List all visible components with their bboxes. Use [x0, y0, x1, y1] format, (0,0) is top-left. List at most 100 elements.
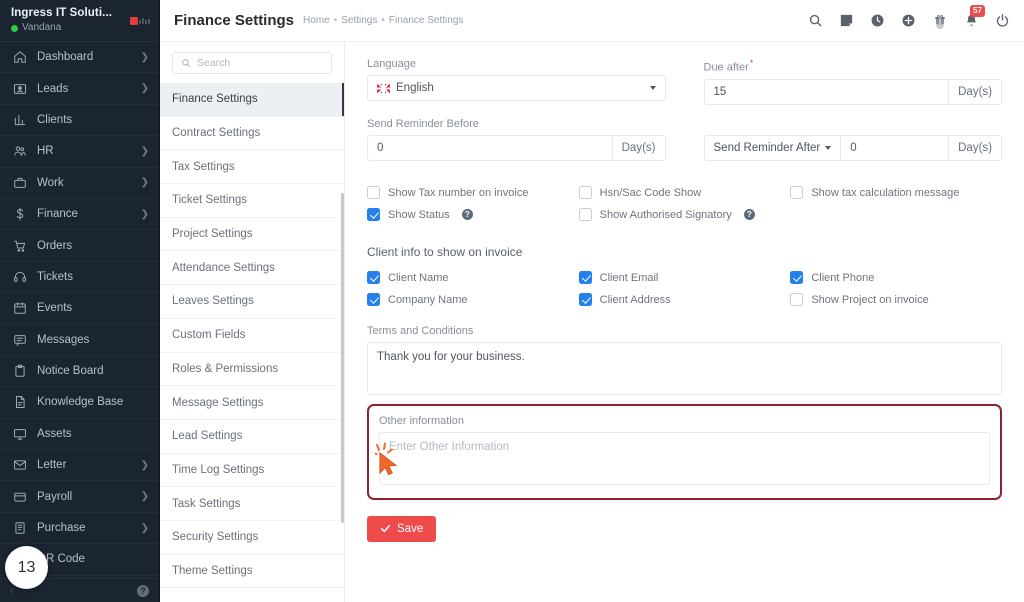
checkbox-box[interactable]	[790, 293, 804, 307]
due-after-input[interactable]: 15	[703, 78, 949, 105]
sidebar-item-finance[interactable]: Finance ❯	[0, 199, 159, 231]
breadcrumb-item[interactable]: Finance Settings	[389, 15, 464, 26]
settings-item-roles-permissions[interactable]: Roles & Permissions	[160, 353, 344, 387]
settings-item-ticket-settings[interactable]: Ticket Settings	[160, 184, 344, 218]
save-button[interactable]: Save	[367, 515, 437, 542]
settings-item-lead-settings[interactable]: Lead Settings	[160, 420, 344, 454]
settings-item-theme-settings[interactable]: Theme Settings	[160, 555, 344, 589]
settings-item-finance-settings[interactable]: Finance Settings	[160, 83, 344, 117]
sidebar-item-label: Letter	[37, 459, 67, 472]
notifications-button[interactable]: 57	[964, 5, 985, 28]
settings-item-project-settings[interactable]: Project Settings	[160, 218, 344, 252]
sidebar-item-work[interactable]: Work ❯	[0, 168, 159, 199]
checkbox-client-address[interactable]: Client Address	[578, 289, 791, 311]
checkbox-show-tax-calculation-message[interactable]: Show tax calculation message	[790, 182, 1002, 204]
checkbox-column: Client Phone Show Project on invoice	[790, 267, 1002, 311]
sidebar-item-leads[interactable]: Leads ❯	[0, 73, 159, 105]
sidebar-item-events[interactable]: Events	[0, 293, 159, 325]
checkbox-label: Client Email	[599, 271, 659, 284]
wallet-icon	[14, 492, 26, 502]
checkbox-box[interactable]	[367, 186, 380, 200]
reminder-after-label: Send Reminder After	[713, 141, 821, 154]
settings-item-custom-fields[interactable]: Custom Fields	[160, 319, 344, 353]
reminder-after-select[interactable]: Send Reminder After	[703, 134, 841, 161]
language-select[interactable]: English	[367, 75, 666, 101]
client-info-grid: Client Name Company Name Client Email Clien…	[367, 267, 1002, 311]
search-icon[interactable]	[808, 13, 823, 28]
reminder-after-input-group: Send Reminder After 0 Day(s)	[703, 134, 1002, 161]
terms-textarea[interactable]	[367, 341, 1002, 395]
reminder-before-label: Send Reminder Before	[367, 117, 479, 130]
help-icon[interactable]: ?	[743, 209, 755, 221]
clock-icon[interactable]	[870, 13, 885, 28]
reminder-after-input[interactable]: 0	[840, 134, 949, 161]
checkbox-box[interactable]	[367, 293, 380, 307]
sidebar-item-label: Leads	[37, 82, 69, 95]
checkbox-box[interactable]	[578, 293, 592, 307]
chevron-right-icon: ❯	[140, 83, 149, 95]
chevron-down-icon	[825, 145, 832, 150]
help-icon[interactable]: ?	[461, 209, 473, 221]
checkbox-show-authorised-signatory[interactable]: Show Authorised Signatory?	[578, 204, 791, 226]
settings-item-security-settings[interactable]: Security Settings	[160, 521, 344, 555]
other-information-textarea[interactable]	[379, 431, 990, 485]
sidebar-collapse-icon[interactable]: ‹	[10, 585, 14, 597]
checkbox-show-project-on-invoice[interactable]: Show Project on invoice	[790, 289, 1002, 311]
sidebar-item-notice-board[interactable]: Notice Board	[0, 356, 159, 388]
checkbox-box[interactable]	[790, 186, 804, 200]
app-root: Ingress IT Soluti... Vandana Dashboard ❯ L…	[0, 0, 1024, 602]
sidebar-item-purchase[interactable]: Purchase ❯	[0, 513, 159, 545]
settings-item-attendance-settings[interactable]: Attendance Settings	[160, 251, 344, 286]
checkbox-client-phone[interactable]: Client Phone	[790, 267, 1002, 289]
sidebar-item-letter[interactable]: Letter ❯	[0, 450, 159, 482]
sidebar-item-hr[interactable]: HR ❯	[0, 136, 159, 168]
breadcrumb-item[interactable]: Home	[303, 15, 330, 26]
settings-scrollbar[interactable]	[340, 83, 344, 602]
sidebar-item-messages[interactable]: Messages	[0, 325, 159, 356]
checkbox-company-name[interactable]: Company Name	[367, 289, 579, 311]
sidebar-item-label: Work	[37, 176, 64, 189]
other-information-label: Other information	[379, 414, 464, 427]
checkbox-box[interactable]	[578, 208, 592, 222]
checkbox-box[interactable]	[367, 208, 380, 222]
chevron-right-icon: ❯	[140, 145, 149, 157]
checkbox-box[interactable]	[578, 186, 592, 200]
sidebar-item-tickets[interactable]: Tickets	[0, 262, 159, 294]
settings-item-message-settings[interactable]: Message Settings	[160, 386, 344, 420]
clipboard-icon	[15, 364, 25, 377]
plus-circle-icon[interactable]	[901, 13, 916, 28]
checkbox-show-tax-number-on-invoice[interactable]: Show Tax number on invoice	[367, 182, 579, 204]
settings-item-contract-settings[interactable]: Contract Settings	[160, 117, 344, 151]
settings-item-time-log-settings[interactable]: Time Log Settings	[160, 454, 344, 488]
top-bar: Finance Settings Home • Settings • Finance S…	[160, 0, 1024, 42]
settings-item-tax-settings[interactable]: Tax Settings	[160, 150, 344, 185]
reminder-after-suffix: Day(s)	[948, 134, 1002, 161]
sidebar-item-label: Assets	[37, 427, 72, 440]
settings-search[interactable]: Search	[160, 42, 344, 83]
gift-icon[interactable]	[932, 13, 948, 29]
monitor-icon	[13, 429, 27, 440]
sidebar-item-assets[interactable]: Assets	[0, 419, 159, 451]
checkbox-client-name[interactable]: Client Name	[367, 267, 579, 289]
sidebar-item-dashboard[interactable]: Dashboard ❯	[0, 42, 159, 74]
power-icon[interactable]	[995, 13, 1010, 28]
help-icon[interactable]: ?	[137, 584, 149, 597]
checkbox-box[interactable]	[367, 271, 380, 285]
settings-scroll-thumb[interactable]	[341, 193, 344, 523]
checkbox-box[interactable]	[790, 271, 804, 285]
sidebar-item-payroll[interactable]: Payroll ❯	[0, 481, 159, 513]
checkbox-show-status[interactable]: Show Status?	[367, 204, 579, 226]
brand-header[interactable]: Ingress IT Soluti... Vandana	[0, 0, 159, 42]
settings-item-task-settings[interactable]: Task Settings	[160, 487, 344, 521]
settings-item-leaves-settings[interactable]: Leaves Settings	[160, 285, 344, 319]
save-button-label: Save	[397, 522, 424, 535]
note-icon[interactable]	[839, 13, 854, 28]
checkbox-client-email[interactable]: Client Email	[578, 267, 791, 289]
checkbox-box[interactable]	[578, 271, 592, 285]
breadcrumb-item[interactable]: Settings	[341, 15, 377, 26]
sidebar-item-clients[interactable]: Clients	[0, 105, 159, 137]
sidebar-item-orders[interactable]: Orders	[0, 230, 159, 262]
reminder-before-input[interactable]: 0	[367, 134, 612, 161]
checkbox-hsn-sac-code-show[interactable]: Hsn/Sac Code Show	[578, 182, 791, 204]
sidebar-item-knowledge-base[interactable]: Knowledge Base	[0, 387, 159, 419]
